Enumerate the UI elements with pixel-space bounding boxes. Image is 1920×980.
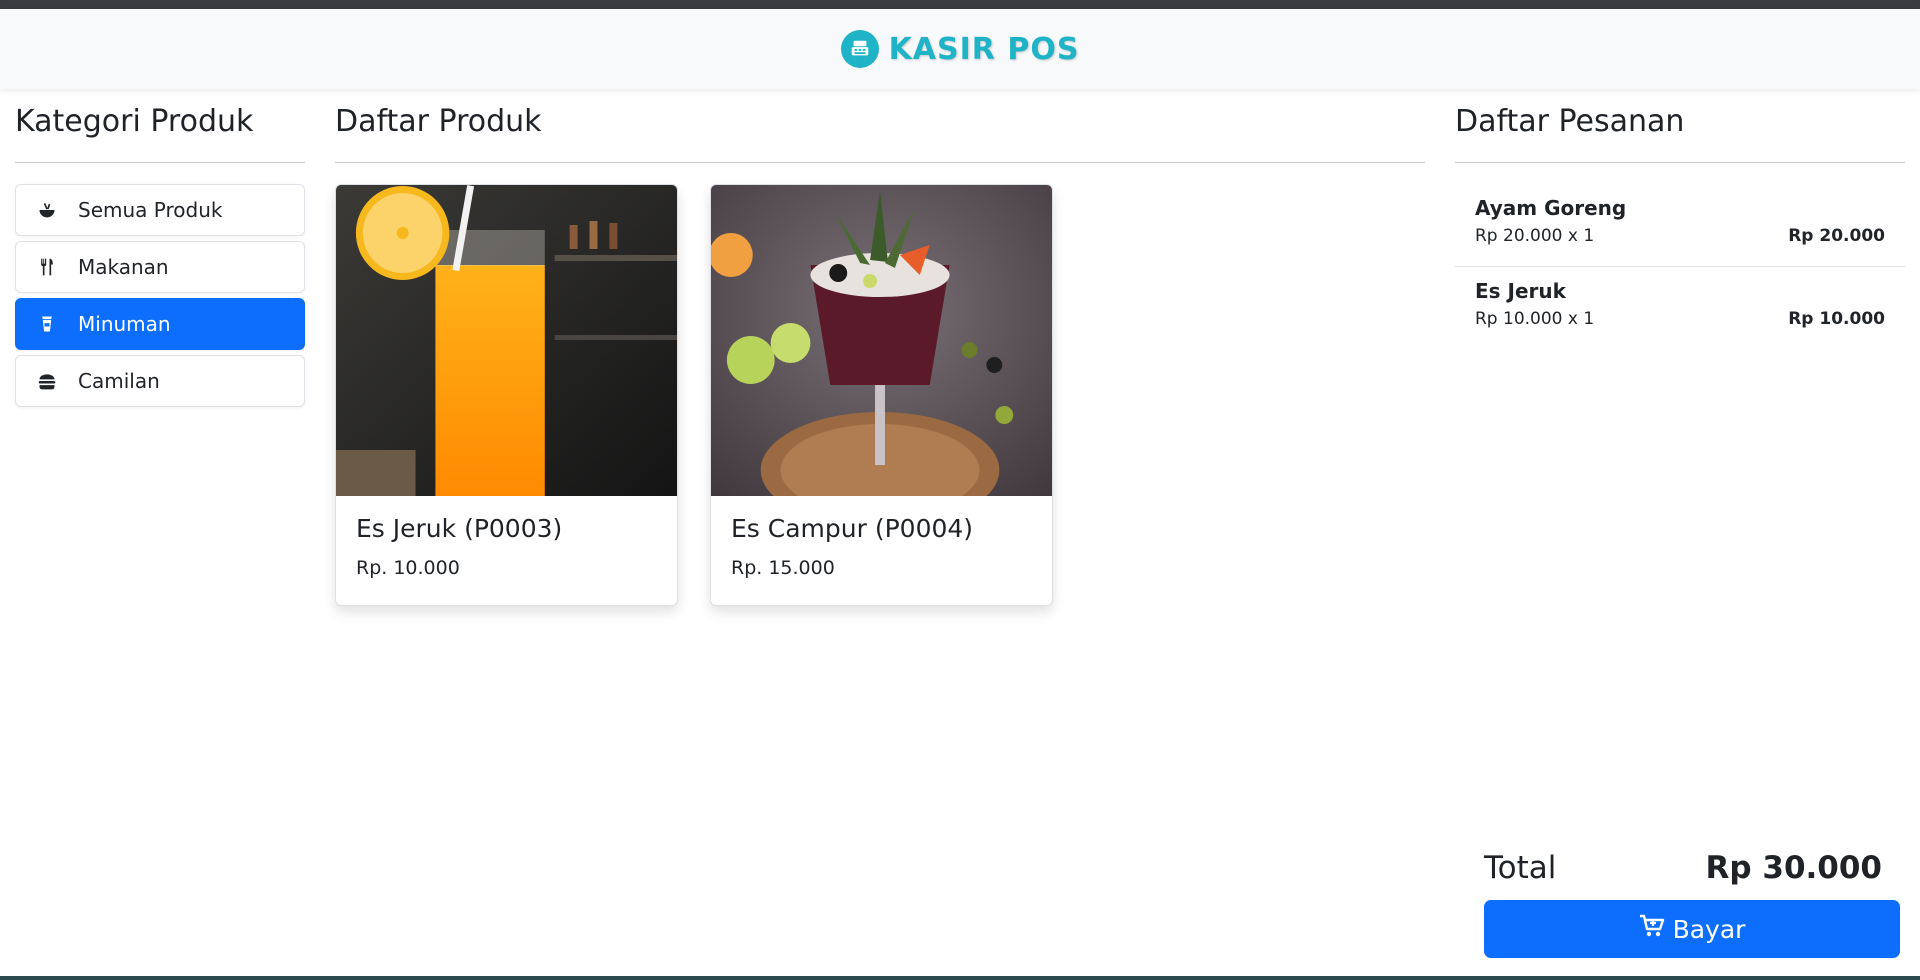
- category-label: Minuman: [78, 312, 171, 336]
- category-item-camilan[interactable]: Camilan: [15, 355, 305, 407]
- category-item-minuman[interactable]: Minuman: [15, 298, 305, 350]
- orders-title: Daftar Pesanan: [1455, 104, 1685, 139]
- category-label: Semua Produk: [78, 198, 223, 222]
- order-item[interactable]: Es Jeruk Rp 10.000 x 1 Rp 10.000: [1455, 267, 1905, 349]
- burger-icon: [36, 370, 58, 392]
- category-label: Camilan: [78, 369, 160, 393]
- product-name: Es Jeruk (P0003): [356, 514, 563, 543]
- orders-divider: [1455, 162, 1905, 163]
- order-item-name: Ayam Goreng: [1475, 196, 1627, 220]
- orange-juice-photo: [336, 185, 677, 496]
- category-item-semua-produk[interactable]: Semua Produk: [15, 184, 305, 236]
- total-label: Total: [1484, 850, 1557, 886]
- brand[interactable]: KASIR POS: [840, 30, 1080, 68]
- pay-button-label: Bayar: [1672, 914, 1746, 944]
- window-top-bar: [0, 0, 1920, 9]
- order-item[interactable]: Ayam Goreng Rp 20.000 x 1 Rp 20.000: [1455, 184, 1905, 267]
- order-item-qty: Rp 20.000 x 1: [1475, 226, 1595, 246]
- order-item-qty: Rp 10.000 x 1: [1475, 309, 1595, 329]
- products-divider: [335, 162, 1425, 163]
- brand-name: KASIR POS: [888, 31, 1080, 67]
- cup-icon: [36, 313, 58, 335]
- order-item-subtotal: Rp 20.000: [1788, 226, 1885, 246]
- product-name: Es Campur (P0004): [731, 514, 974, 543]
- product-grid: Es Jeruk (P0003) Rp. 10.000 Es Campur (P…: [335, 184, 1053, 606]
- total-value: Rp 30.000: [1705, 850, 1882, 886]
- products-title: Daftar Produk: [335, 104, 542, 139]
- utensils-icon: [36, 256, 58, 278]
- bowl-food-icon: [36, 199, 58, 221]
- cocktail-photo: [711, 185, 1052, 496]
- order-item-subtotal: Rp 10.000: [1788, 309, 1885, 329]
- category-list: Semua Produk Makanan Minuman Camilan: [15, 184, 305, 412]
- product-card[interactable]: Es Jeruk (P0003) Rp. 10.000: [335, 184, 678, 606]
- product-price: Rp. 10.000: [356, 557, 460, 579]
- window-bottom-bar: [0, 976, 1920, 980]
- product-card[interactable]: Es Campur (P0004) Rp. 15.000: [710, 184, 1053, 606]
- pay-button[interactable]: Bayar: [1484, 900, 1900, 958]
- category-label: Makanan: [78, 255, 169, 279]
- order-item-name: Es Jeruk: [1475, 279, 1566, 303]
- order-list: Ayam Goreng Rp 20.000 x 1 Rp 20.000 Es J…: [1455, 184, 1905, 349]
- app-header: KASIR POS: [0, 9, 1920, 89]
- order-total: Total Rp 30.000: [1484, 850, 1882, 886]
- product-price: Rp. 15.000: [731, 557, 835, 579]
- cart-plus-icon: [1639, 914, 1665, 944]
- category-item-makanan[interactable]: Makanan: [15, 241, 305, 293]
- categories-title: Kategori Produk: [15, 104, 254, 139]
- cash-register-icon: [840, 30, 879, 68]
- categories-divider: [15, 162, 305, 163]
